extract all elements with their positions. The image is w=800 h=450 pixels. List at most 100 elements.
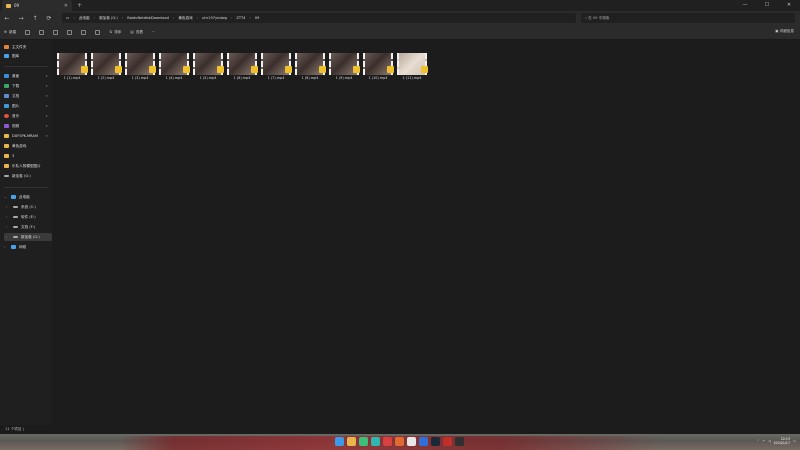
sidebar-item-drive-e[interactable]: › 软件 (E:) xyxy=(6,213,52,221)
player-icon xyxy=(81,66,88,73)
sidebar-item-drive[interactable]: 新加卷 (G:) xyxy=(4,172,50,180)
sidebar-item-label: 主文件夹 xyxy=(12,44,27,49)
maximize-button[interactable]: ☐ xyxy=(756,0,778,11)
minimize-button[interactable]: — xyxy=(734,0,756,11)
new-tab-button[interactable]: + xyxy=(77,2,82,9)
new-button[interactable]: ⊕ 新建 xyxy=(4,30,16,35)
notification-icon[interactable]: ▭ xyxy=(793,439,796,443)
forward-button[interactable]: → xyxy=(14,15,28,22)
view-button[interactable]: ▤ 查看 xyxy=(130,30,143,35)
file-item[interactable]: 1 (10).mp4 xyxy=(363,53,394,84)
sidebar-item-pictures[interactable]: 图片 ✦ xyxy=(4,102,50,110)
search-input[interactable]: ⌕ 在 09 中搜索 xyxy=(581,13,795,23)
sidebar-item-drive-g[interactable]: › 新加卷 (G:) xyxy=(4,233,52,241)
refresh-button[interactable]: ⟳ xyxy=(42,15,56,22)
file-item[interactable]: 1 (9).mp4 xyxy=(329,53,360,84)
app-dark-icon[interactable] xyxy=(455,437,464,446)
pin-icon: ✦ xyxy=(45,124,48,128)
share-button[interactable] xyxy=(81,29,87,35)
paste-icon xyxy=(53,29,59,35)
close-tab-icon[interactable]: ✕ xyxy=(64,3,68,9)
copy-button[interactable] xyxy=(39,29,45,35)
sidebar-item-drive-f[interactable]: › 文档 (F:) xyxy=(6,223,52,231)
player-icon xyxy=(217,66,224,73)
cut-button[interactable] xyxy=(25,29,31,35)
sidebar-item-this-pc[interactable]: ⌄ 此电脑 xyxy=(4,193,50,201)
app-orange-icon[interactable] xyxy=(395,437,404,446)
chevron-right-icon[interactable]: › xyxy=(6,235,10,239)
breadcrumb-item[interactable]: 09 xyxy=(255,16,260,20)
sidebar-item-folder[interactable]: DXFSPK-MRAM ✦ xyxy=(4,132,50,140)
breadcrumb-item[interactable]: uhr197yndwg xyxy=(202,16,227,20)
file-item[interactable]: 1 (6).mp4 xyxy=(227,53,258,84)
player-icon xyxy=(285,66,292,73)
chevron-right-icon[interactable]: › xyxy=(6,215,10,219)
delete-button[interactable] xyxy=(95,29,101,35)
steam-icon[interactable] xyxy=(431,437,440,446)
file-item[interactable]: 1 (11).mp4 xyxy=(397,53,428,84)
sidebar-item-downloads[interactable]: 下载 ✦ xyxy=(4,82,50,90)
sidebar-item-drive-c[interactable]: › 系统 (C:) xyxy=(6,203,52,211)
app-green-icon[interactable] xyxy=(359,437,368,446)
sidebar-item-label: 软件 (E:) xyxy=(21,214,36,219)
chevron-right-icon[interactable]: › xyxy=(6,205,10,209)
app-teal-icon[interactable] xyxy=(371,437,380,446)
details-button[interactable]: ▣ 详细信息 xyxy=(775,29,794,34)
chevron-right-icon[interactable]: › xyxy=(6,225,10,229)
sidebar-item-desktop[interactable]: 桌面 ✦ xyxy=(4,72,50,80)
app-red2-icon[interactable] xyxy=(443,437,452,446)
document-icon xyxy=(4,94,9,98)
file-item[interactable]: 1 (5).mp4 xyxy=(193,53,224,84)
app-blue-icon[interactable] xyxy=(419,437,428,446)
app-red-icon[interactable] xyxy=(383,437,392,446)
sidebar-item-label: 网络 xyxy=(19,244,27,249)
breadcrumb-item[interactable]: 此电脑 xyxy=(79,16,90,21)
sidebar-item-folder[interactable]: 3 xyxy=(4,152,50,160)
back-button[interactable]: ← xyxy=(0,15,14,22)
details-label: 详细信息 xyxy=(779,29,794,33)
breadcrumb[interactable]: ▭ › 此电脑 › 新加卷 (G:) › BaiduNetdiskDownloa… xyxy=(62,13,576,23)
file-item[interactable]: 1 (7).mp4 xyxy=(261,53,292,84)
file-item[interactable]: 1 (2).mp4 xyxy=(91,53,122,84)
sidebar-item-gallery[interactable]: 图库 xyxy=(4,52,50,60)
rename-button[interactable] xyxy=(67,29,73,35)
wifi-icon[interactable]: ◠ xyxy=(762,439,765,443)
file-name: 1 (1).mp4 xyxy=(63,76,81,80)
sidebar-item-folder[interactable]: 乐队人物模型图片 xyxy=(4,162,50,170)
sort-icon: ⇅ xyxy=(109,30,113,34)
sidebar-item-label: DXFSPK-MRAM xyxy=(12,134,38,138)
breadcrumb-item[interactable]: 新加卷 (G:) xyxy=(99,16,118,21)
tab-current[interactable]: 09 ✕ xyxy=(2,0,72,11)
file-item[interactable]: 1 (4).mp4 xyxy=(159,53,190,84)
delete-icon xyxy=(95,29,101,35)
close-button[interactable]: ✕ xyxy=(778,0,800,11)
file-item[interactable]: 1 (8).mp4 xyxy=(295,53,326,84)
app-white-icon[interactable] xyxy=(407,437,416,446)
start-icon[interactable] xyxy=(335,437,344,446)
breadcrumb-item[interactable]: 黄色游戏 xyxy=(178,16,192,21)
chevron-down-icon[interactable]: ⌄ xyxy=(4,195,8,199)
clock[interactable]: 22:13 2024/1/17 xyxy=(774,437,790,445)
file-explorer-icon[interactable] xyxy=(347,437,356,446)
sidebar-item-documents[interactable]: 文档 ✦ xyxy=(4,92,50,100)
desktop-icon xyxy=(4,74,9,78)
sidebar-item-home[interactable]: 主文件夹 xyxy=(4,43,50,51)
chevron-up-icon[interactable]: ⌃ xyxy=(757,439,760,443)
file-item[interactable]: 1 (1).mp4 xyxy=(57,53,88,84)
window-controls: — ☐ ✕ xyxy=(734,0,800,11)
more-button[interactable]: ··· xyxy=(152,30,155,34)
breadcrumb-item[interactable]: ZTT4 xyxy=(236,16,245,20)
plus-icon: ⊕ xyxy=(4,30,8,34)
sidebar-item-music[interactable]: 音乐 ✦ xyxy=(4,112,50,120)
sidebar-item-network[interactable]: › 网络 xyxy=(4,243,50,251)
paste-button[interactable] xyxy=(53,29,59,35)
breadcrumb-item[interactable]: BaiduNetdiskDownload xyxy=(127,16,169,20)
chevron-right-icon[interactable]: › xyxy=(4,245,8,249)
file-item[interactable]: 1 (3).mp4 xyxy=(125,53,156,84)
sidebar-item-videos[interactable]: 视频 ✦ xyxy=(4,122,50,130)
view-toggle-icon[interactable]: | xyxy=(23,427,24,431)
volume-icon[interactable]: ◁ xyxy=(768,439,770,443)
sort-button[interactable]: ⇅ 排序 xyxy=(109,30,121,35)
up-button[interactable]: ↑ xyxy=(28,15,42,22)
sidebar-item-folder[interactable]: 黄色游戏 xyxy=(4,142,50,150)
